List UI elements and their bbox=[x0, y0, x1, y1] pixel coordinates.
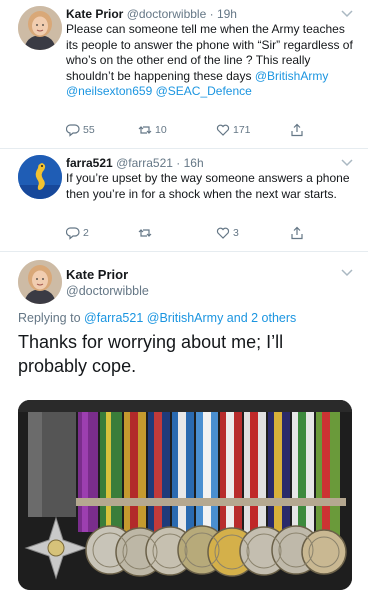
chevron-down-icon[interactable] bbox=[340, 268, 354, 278]
avatar-kate-prior[interactable] bbox=[18, 6, 62, 50]
retweet-button[interactable] bbox=[138, 226, 155, 240]
like-button[interactable]: 3 bbox=[216, 226, 239, 240]
share-icon bbox=[290, 123, 307, 137]
tweet-1-time[interactable]: 19h bbox=[217, 7, 237, 21]
tweet-2-text: If you’re upset by the way someone answe… bbox=[66, 171, 350, 201]
main-tweet-handle[interactable]: @doctorwibble bbox=[66, 284, 149, 298]
mention-neilsexton659[interactable]: @neilsexton659 bbox=[66, 84, 152, 98]
separator-dot: · bbox=[172, 156, 184, 170]
tweet-2-author-name[interactable]: farra521 bbox=[66, 156, 113, 170]
chevron-down-icon[interactable] bbox=[340, 9, 354, 19]
medals-photo[interactable] bbox=[18, 400, 352, 590]
reply-button[interactable]: 55 bbox=[66, 123, 95, 137]
reply-count: 2 bbox=[83, 227, 89, 239]
avatar-kate-prior[interactable] bbox=[18, 260, 62, 304]
divider bbox=[0, 148, 368, 149]
tweet-1-header: Kate Prior @doctorwibble · 19h bbox=[66, 7, 237, 21]
tweet-1-handle[interactable]: @doctorwibble bbox=[127, 7, 207, 21]
share-button[interactable] bbox=[290, 123, 307, 137]
retweet-button[interactable]: 10 bbox=[138, 123, 167, 137]
reply-icon bbox=[66, 226, 83, 240]
like-count: 3 bbox=[233, 227, 239, 239]
avatar-farra521[interactable] bbox=[18, 155, 62, 199]
separator-dot: · bbox=[206, 7, 217, 21]
replying-to-line: Replying to @farra521 @BritishArmy and 2… bbox=[18, 311, 296, 325]
reply-count: 55 bbox=[83, 124, 95, 136]
retweet-icon bbox=[138, 123, 155, 137]
divider bbox=[0, 251, 368, 252]
main-tweet-author-name[interactable]: Kate Prior bbox=[66, 267, 128, 282]
tweet-2-handle[interactable]: @farra521 bbox=[116, 156, 173, 170]
like-button[interactable]: 171 bbox=[216, 123, 251, 137]
tweet-2-actions: 2 3 bbox=[66, 226, 346, 242]
tweet-2-time[interactable]: 16h bbox=[184, 156, 204, 170]
like-count: 171 bbox=[233, 124, 251, 136]
share-button[interactable] bbox=[290, 226, 307, 240]
like-icon bbox=[216, 226, 233, 240]
reply-icon bbox=[66, 123, 83, 137]
tweet-1-author-name[interactable]: Kate Prior bbox=[66, 7, 123, 21]
tweet-2-header: farra521 @farra521 · 16h bbox=[66, 156, 204, 170]
share-icon bbox=[290, 226, 307, 240]
retweet-count: 10 bbox=[155, 124, 167, 136]
main-tweet-text: Thanks for worrying about me; I’ll proba… bbox=[18, 332, 284, 376]
replying-to-users[interactable]: @farra521 @BritishArmy and 2 others bbox=[84, 311, 296, 325]
mention-seac-defence[interactable]: @SEAC_Defence bbox=[156, 84, 252, 98]
tweet-1-actions: 55 10 171 bbox=[66, 123, 346, 139]
chevron-down-icon[interactable] bbox=[340, 158, 354, 168]
tweet-1-text: Please can someone tell me when the Army… bbox=[66, 22, 354, 100]
retweet-icon bbox=[138, 226, 155, 240]
mention-britisharmy[interactable]: @BritishArmy bbox=[255, 69, 329, 83]
like-icon bbox=[216, 123, 233, 137]
replying-to-prefix: Replying to bbox=[18, 311, 81, 325]
reply-button[interactable]: 2 bbox=[66, 226, 89, 240]
